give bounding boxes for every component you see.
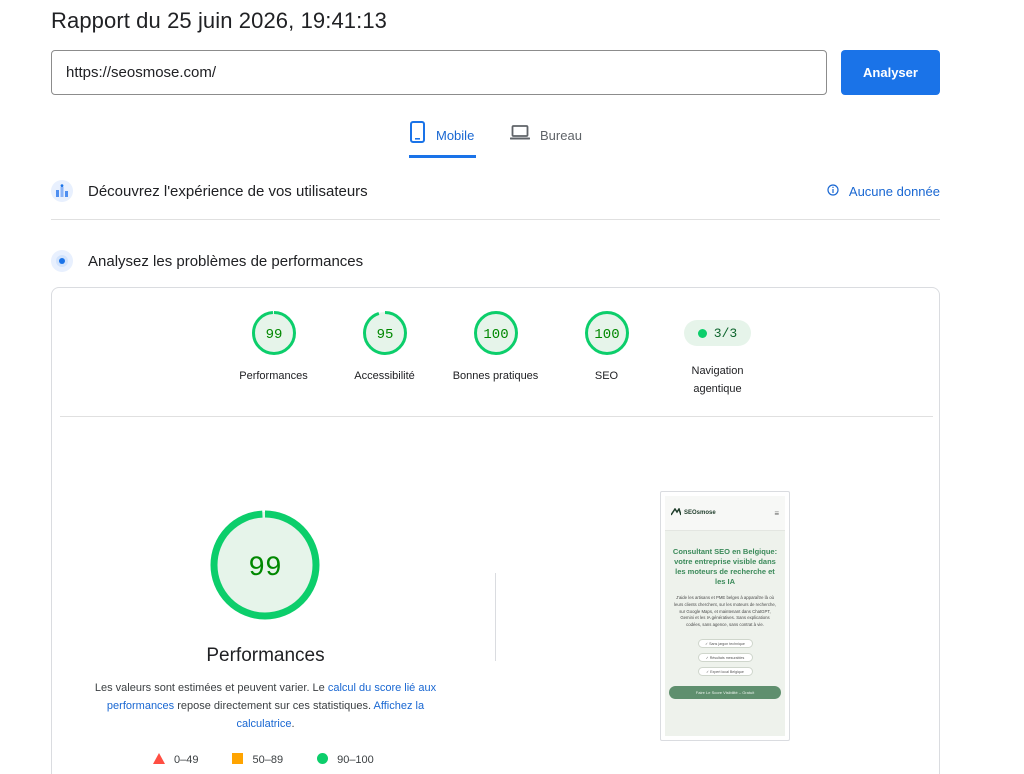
vertical-separator (495, 573, 496, 661)
main-gauge-ring: 99 (210, 510, 320, 620)
gauge-accessibility-ring: 95 (362, 311, 407, 355)
section-divider (51, 219, 940, 220)
preview-brand: SEOsmose (684, 510, 716, 516)
legend-pass: 90–100 (317, 753, 374, 767)
laptop-icon (510, 120, 530, 147)
gauge-best-practices-label: Bonnes pratiques (452, 370, 539, 382)
preview-headline: Consultant SEO en Belgique: votre entrep… (672, 547, 778, 586)
info-icon (827, 183, 839, 199)
preview-header: SEOsmose ≡ (665, 496, 785, 531)
red-triangle-icon (153, 753, 165, 767)
hamburger-menu-icon: ≡ (774, 508, 779, 518)
url-input[interactable] (51, 50, 827, 95)
legend-average: 50–89 (232, 753, 283, 767)
green-circle-icon (317, 753, 329, 767)
gauge-seo-label: SEO (594, 370, 619, 382)
gauge-accessibility-label: Accessibilité (354, 370, 415, 382)
disclaimer-text-1: Les valeurs sont estimées et peuvent var… (94, 682, 328, 694)
gauge-best-practices-ring: 100 (473, 311, 518, 355)
speed-target-icon (51, 250, 73, 272)
disclaimer-text-3: . (291, 718, 295, 730)
agentic-score-pill: 3/3 (683, 320, 752, 346)
gauge-best-practices[interactable]: 100 Bonnes pratiques (440, 310, 551, 385)
page-screenshot-preview[interactable]: SEOsmose ≡ Consultant SEO en Belgique: v… (660, 491, 790, 741)
gauge-seo[interactable]: 100 SEO (551, 310, 662, 385)
agentic-label-line1: Navigation (691, 365, 744, 377)
preview-chip: ✓ Expert local Belgique (697, 666, 753, 676)
legend-fail: 0–49 (153, 753, 198, 767)
tab-mobile[interactable]: Mobile (409, 120, 477, 158)
no-data-label: Aucune donnée (848, 183, 940, 199)
preview-body: J'aide les artisans et PME belges à appa… (674, 595, 776, 628)
field-data-title: Découvrez l'expérience de vos utilisateu… (88, 182, 368, 200)
smartphone-icon (409, 120, 426, 147)
tab-desktop[interactable]: Bureau (510, 120, 582, 158)
gauge-performance-label: Performances (239, 370, 308, 382)
gauge-performance[interactable]: 99 Performances (218, 310, 329, 385)
seosmose-logo-icon (670, 507, 682, 518)
legend-average-label: 50–89 (252, 754, 284, 766)
score-disclaimer: Les valeurs sont estimées et peuvent var… (93, 679, 438, 733)
gauge-performance-ring: 99 (251, 311, 296, 355)
users-chart-icon (51, 180, 73, 202)
main-performance-gauge: 99 (209, 509, 321, 626)
lab-data-section: Analysez les problèmes de performances (51, 250, 940, 272)
pass-dot-icon (697, 328, 707, 338)
field-data-section: Découvrez l'expérience de vos utilisateu… (51, 180, 940, 202)
preview-logo: SEOsmose (670, 507, 716, 518)
score-legend: 0–49 50–89 90–100 (153, 753, 374, 767)
orange-square-icon (232, 753, 244, 767)
analyze-button[interactable]: Analyser (841, 50, 940, 95)
gauge-best-practices-value: 100 (483, 327, 508, 343)
gauge-seo-ring: 100 (584, 311, 629, 355)
gauge-accessibility[interactable]: 95 Accessibilité (329, 310, 440, 385)
no-data-link[interactable]: Aucune donnée (827, 184, 940, 199)
agentic-label: Navigation agentique (662, 362, 773, 398)
tab-mobile-label: Mobile (436, 128, 475, 143)
preview-cta-button: Faire Le Score Visibilité – Gratuit (669, 685, 781, 699)
legend-pass-label: 90–100 (337, 754, 374, 766)
gauge-performance-value: 99 (265, 327, 282, 343)
preview-chip: ✓ Résultats mesurables (697, 652, 753, 662)
preview-page: SEOsmose ≡ Consultant SEO en Belgique: v… (665, 496, 785, 736)
disclaimer-text-2: repose directement sur ces statistiques. (174, 700, 374, 712)
legend-fail-label: 0–49 (174, 754, 199, 766)
gauge-agentic-navigation[interactable]: 3/3 Navigation agentique (662, 302, 773, 398)
report-title: Rapport du 25 juin 2026, 19:41:13 (51, 8, 388, 33)
gauge-accessibility-value: 95 (376, 327, 393, 343)
preview-chip: ✓ Sans jargon technique (697, 638, 753, 648)
main-score-title: Performances (206, 645, 325, 666)
performance-card: 99 Performances 95 Accessibilité 100 Bon… (51, 287, 940, 774)
agentic-score-value: 3/3 (713, 325, 738, 341)
agentic-label-line2: agentique (693, 383, 742, 395)
gauge-seo-value: 100 (594, 327, 619, 343)
main-score-value: 99 (248, 553, 282, 584)
lab-data-title: Analysez les problèmes de performances (88, 252, 364, 270)
tab-desktop-label: Bureau (540, 128, 582, 143)
card-divider (60, 416, 933, 417)
